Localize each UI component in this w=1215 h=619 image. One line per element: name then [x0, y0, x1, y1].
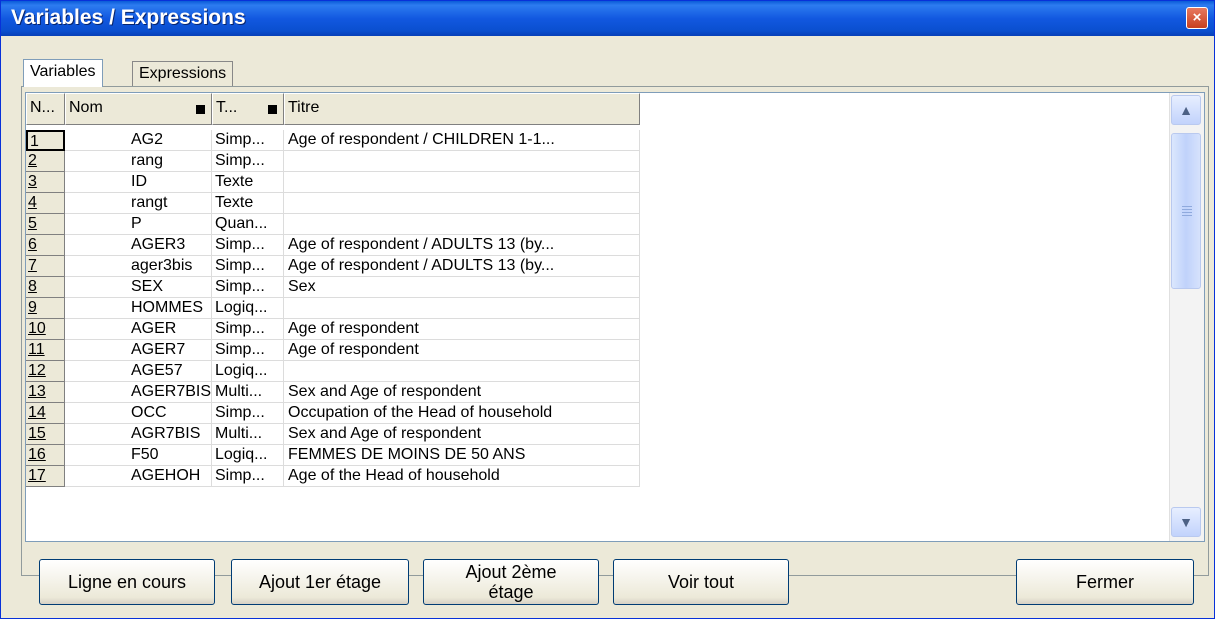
variable-title-cell[interactable] [284, 193, 640, 214]
variable-title-cell[interactable] [284, 172, 640, 193]
variable-type-cell[interactable]: Texte [212, 193, 284, 214]
variable-name-cell[interactable]: AGER [65, 319, 212, 340]
variable-title-cell[interactable]: Age of respondent [284, 340, 640, 361]
variable-type-cell[interactable]: Simp... [212, 319, 284, 340]
variable-name-cell[interactable]: rangt [65, 193, 212, 214]
variable-name-cell[interactable]: AGR7BIS [65, 424, 212, 445]
variable-type-cell[interactable]: Simp... [212, 277, 284, 298]
row-number-cell[interactable]: 10 [26, 319, 65, 340]
scroll-down-button[interactable]: ▼ [1171, 507, 1201, 537]
ligne-en-cours-button[interactable]: Ligne en cours [39, 559, 215, 605]
variable-name-cell[interactable]: SEX [65, 277, 212, 298]
variable-name-cell[interactable]: F50 [65, 445, 212, 466]
row-number-cell[interactable]: 9 [26, 298, 65, 319]
variable-type-cell[interactable]: Multi... [212, 382, 284, 403]
variable-name-cell[interactable]: AGE57 [65, 361, 212, 382]
tab-expressions[interactable]: Expressions [132, 61, 234, 87]
close-icon: × [1192, 9, 1202, 26]
variable-name-cell[interactable]: HOMMES [65, 298, 212, 319]
column-header-number[interactable]: N... [26, 93, 65, 125]
column-header-type[interactable]: T... [212, 93, 284, 125]
variable-type-cell[interactable]: Simp... [212, 151, 284, 172]
variable-name-cell[interactable]: ID [65, 172, 212, 193]
variable-type-cell[interactable]: Logiq... [212, 298, 284, 319]
window-title: Variables / Expressions [11, 6, 246, 29]
chevron-down-icon: ▼ [1179, 514, 1193, 530]
variable-title-cell[interactable]: Sex and Age of respondent [284, 382, 640, 403]
variable-title-cell[interactable] [284, 214, 640, 235]
row-number-cell[interactable]: 11 [26, 340, 65, 361]
column-menu-icon[interactable] [196, 105, 205, 114]
variable-name-cell[interactable]: P [65, 214, 212, 235]
tab-variables-label: Variables [30, 63, 96, 80]
variable-title-cell[interactable]: Age of respondent / ADULTS 13 (by... [284, 235, 640, 256]
variable-type-cell[interactable]: Simp... [212, 235, 284, 256]
row-number-cell[interactable]: 12 [26, 361, 65, 382]
voir-tout-button[interactable]: Voir tout [613, 559, 789, 605]
variable-name-cell[interactable]: rang [65, 151, 212, 172]
row-number-cell[interactable]: 17 [26, 466, 65, 487]
variable-name-cell[interactable]: ager3bis [65, 256, 212, 277]
row-number-cell[interactable]: 3 [26, 172, 65, 193]
row-number-cell[interactable]: 14 [26, 403, 65, 424]
variable-title-cell[interactable] [284, 361, 640, 382]
tab-expressions-label: Expressions [139, 65, 227, 82]
variable-title-cell[interactable]: Age of respondent [284, 319, 640, 340]
variable-name-cell[interactable]: AGER3 [65, 235, 212, 256]
row-number-cell[interactable]: 2 [26, 151, 65, 172]
variable-type-cell[interactable]: Texte [212, 172, 284, 193]
variable-title-cell[interactable]: Occupation of the Head of household [284, 403, 640, 424]
variable-type-cell[interactable]: Multi... [212, 424, 284, 445]
row-number-cell[interactable]: 1 [26, 130, 65, 151]
scroll-thumb[interactable] [1171, 133, 1201, 289]
column-header-name[interactable]: Nom [65, 93, 212, 125]
variable-type-cell[interactable]: Simp... [212, 340, 284, 361]
variable-title-cell[interactable]: FEMMES DE MOINS DE 50 ANS [284, 445, 640, 466]
column-header-title[interactable]: Titre [284, 93, 640, 125]
column-menu-icon[interactable] [268, 105, 277, 114]
row-number-cell[interactable]: 8 [26, 277, 65, 298]
variable-name-cell[interactable]: AG2 [65, 130, 212, 151]
row-number-cell[interactable]: 5 [26, 214, 65, 235]
variable-type-cell[interactable]: Logiq... [212, 361, 284, 382]
ajout-2eme-line2: étage [488, 582, 534, 602]
ajout-1er-etage-button[interactable]: Ajout 1er étage [231, 559, 409, 605]
chevron-up-icon: ▲ [1179, 102, 1193, 118]
ajout-2eme-etage-button[interactable]: Ajout 2ème étage [423, 559, 599, 605]
variables-grid[interactable]: N... Nom T... Titre 1 AG2 Simp... Age of re… [25, 92, 1205, 542]
fermer-button[interactable]: Fermer [1016, 559, 1194, 605]
variable-name-cell[interactable]: AGER7BIS [65, 382, 212, 403]
variable-title-cell[interactable]: Age of the Head of household [284, 466, 640, 487]
variable-name-cell[interactable]: AGEHOH [65, 466, 212, 487]
vertical-scrollbar[interactable]: ▲ ▼ [1169, 93, 1204, 541]
row-number-cell[interactable]: 15 [26, 424, 65, 445]
variable-title-cell[interactable]: Age of respondent / CHILDREN 1-1... [284, 130, 640, 151]
ajout-2eme-line1: Ajout 2ème [465, 562, 557, 582]
variable-type-cell[interactable]: Simp... [212, 466, 284, 487]
variable-title-cell[interactable]: Sex and Age of respondent [284, 424, 640, 445]
variable-title-cell[interactable] [284, 298, 640, 319]
row-number-cell[interactable]: 6 [26, 235, 65, 256]
close-button[interactable]: × [1186, 7, 1208, 29]
variable-name-cell[interactable]: AGER7 [65, 340, 212, 361]
title-bar[interactable]: Variables / Expressions × [1, 1, 1214, 36]
variable-name-cell[interactable]: OCC [65, 403, 212, 424]
variable-type-cell[interactable]: Simp... [212, 256, 284, 277]
tab-variables[interactable]: Variables [23, 59, 103, 87]
dialog-window: Variables / Expressions × Variables Expr… [0, 0, 1215, 619]
row-number-cell[interactable]: 7 [26, 256, 65, 277]
variable-title-cell[interactable] [284, 151, 640, 172]
row-number-cell[interactable]: 16 [26, 445, 65, 466]
variable-title-cell[interactable]: Sex [284, 277, 640, 298]
variable-type-cell[interactable]: Logiq... [212, 445, 284, 466]
grip-icon [1182, 206, 1192, 216]
variable-type-cell[interactable]: Simp... [212, 403, 284, 424]
variable-title-cell[interactable]: Age of respondent / ADULTS 13 (by... [284, 256, 640, 277]
row-number-cell[interactable]: 13 [26, 382, 65, 403]
row-number-cell[interactable]: 4 [26, 193, 65, 214]
scroll-up-button[interactable]: ▲ [1171, 95, 1201, 125]
variable-type-cell[interactable]: Simp... [212, 130, 284, 151]
variable-type-cell[interactable]: Quan... [212, 214, 284, 235]
